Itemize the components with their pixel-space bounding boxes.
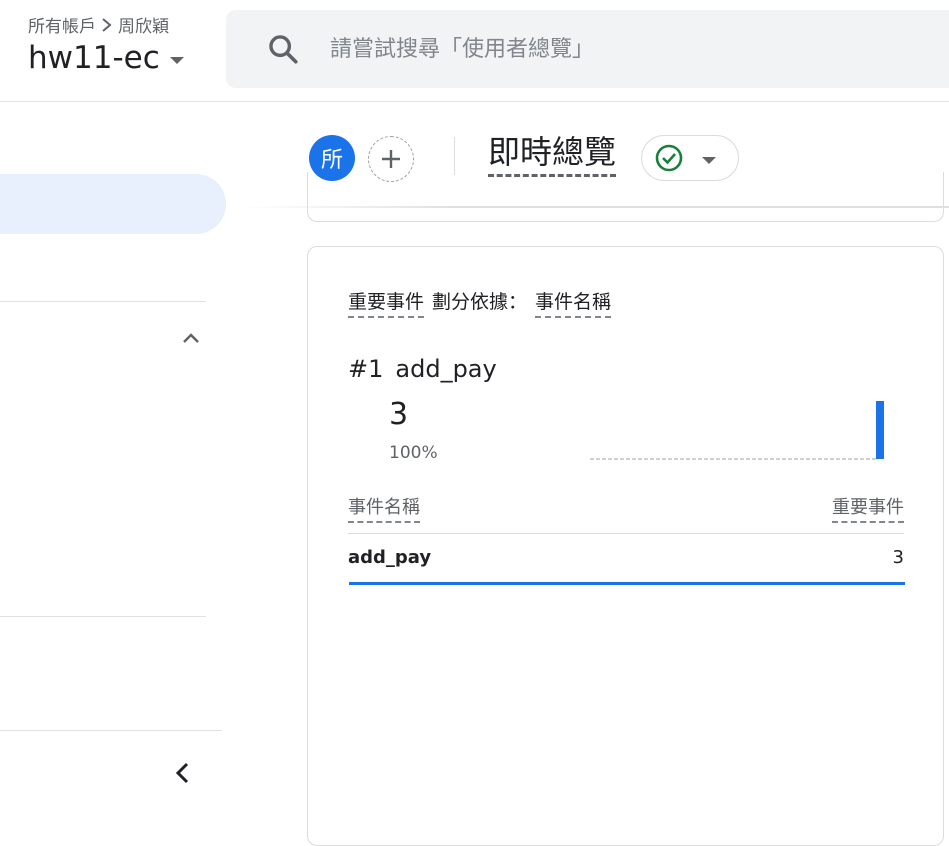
top-item: #1 add_pay	[348, 355, 497, 383]
card-header: 重要事件 劃分依據： 事件名稱	[348, 287, 612, 318]
column-header-event-name[interactable]: 事件名稱	[348, 493, 420, 523]
search-bar[interactable]	[226, 10, 949, 88]
chevron-up-icon[interactable]	[180, 328, 202, 350]
table-header: 事件名稱 重要事件	[348, 493, 904, 523]
row-proportion-bar	[349, 582, 905, 585]
search-icon	[269, 35, 298, 64]
breadcrumb-root[interactable]: 所有帳戶	[28, 12, 96, 37]
nav-divider	[0, 301, 206, 302]
report-title[interactable]: 即時總覽	[488, 130, 617, 177]
split-label: 劃分依據：	[432, 291, 528, 313]
row-event-name: add_pay	[348, 547, 432, 568]
column-header-key-events[interactable]: 重要事件	[832, 493, 904, 523]
top-item-rank: #1	[348, 355, 384, 383]
table-divider	[348, 533, 904, 534]
search-input[interactable]	[330, 36, 930, 62]
nav-item-selected[interactable]	[0, 174, 226, 234]
top-item-name: add_pay	[395, 355, 497, 383]
key-events-card: 重要事件 劃分依據： 事件名稱 #1 add_pay 3 100% 事件名稱 重…	[307, 246, 944, 846]
toolbar-separator	[454, 137, 455, 175]
plus-icon	[382, 150, 400, 168]
chevron-right-icon	[102, 17, 112, 32]
nav-divider	[0, 616, 206, 617]
property-name: hw11-ec	[28, 40, 160, 76]
breadcrumb[interactable]: 所有帳戶 周欣穎	[28, 12, 169, 37]
row-event-count: 3	[892, 547, 904, 568]
table-row[interactable]: add_pay 3	[348, 547, 904, 583]
top-item-percent: 100%	[389, 443, 438, 463]
property-selector[interactable]: hw11-ec	[28, 40, 184, 76]
sparkline-chart	[590, 401, 884, 460]
main-area: 所 即時總覽 重要事件 劃分依據： 事件名稱 #1 add_pay 3 100%…	[0, 102, 949, 846]
card-previous	[307, 172, 944, 222]
caret-down-icon	[702, 156, 716, 164]
metric-selector[interactable]: 重要事件	[348, 287, 425, 318]
nav-divider	[0, 730, 222, 731]
collapse-nav-icon[interactable]	[170, 760, 196, 786]
top-app-bar: 所有帳戶 周欣穎 hw11-ec	[0, 0, 949, 102]
top-item-value: 3	[389, 397, 409, 432]
caret-down-icon	[169, 56, 184, 64]
breadcrumb-account[interactable]: 周欣穎	[118, 12, 169, 37]
dimension-selector[interactable]: 事件名稱	[535, 287, 612, 318]
sparkline-bar[interactable]	[876, 401, 884, 459]
avatar-letter: 所	[320, 148, 343, 173]
check-circle-icon	[655, 144, 683, 172]
